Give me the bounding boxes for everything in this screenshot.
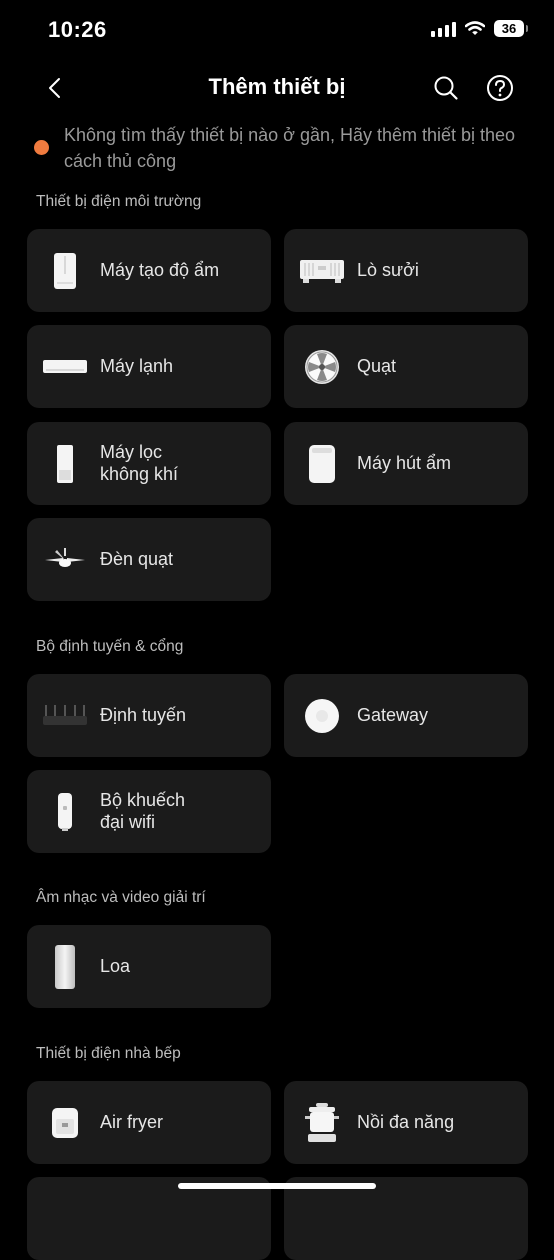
dehumidifier-icon [296,438,348,490]
device-tile-ceiling-fan-light[interactable]: Đèn quạt [27,518,271,601]
signal-icon [431,21,456,37]
device-tile-gateway[interactable]: Gateway [284,674,528,757]
device-tile-air-fryer[interactable]: Air fryer [27,1081,271,1164]
status-time: 10:26 [48,17,107,42]
status-bar: 10:26 36 [0,0,554,60]
device-label: Bộ khuếch đại wifi [100,790,186,832]
humidifier-icon [39,245,91,297]
device-tile-partial[interactable] [27,1177,271,1260]
device-label: Máy lạnh [100,356,174,376]
device-label: Air fryer [100,1112,163,1132]
notice-text: Không tìm thấy thiết bị nào ở gần, Hãy t… [64,125,516,171]
device-label: Máy hút ẩm [357,453,452,473]
header: Thêm thiết bị [0,62,554,114]
wifi-icon [465,21,485,35]
device-label: Lò sưởi [357,260,419,280]
device-tile-air-purifier[interactable]: Máy lọc không khí [27,422,271,505]
section-title-environment: Thiết bị điện môi trường [36,193,202,210]
device-tile-speaker[interactable]: Loa [27,925,271,1008]
device-label: Máy lọc không khí [100,442,179,484]
gateway-icon [296,690,348,742]
device-tile-dehumidifier[interactable]: Máy hút ẩm [284,422,528,505]
device-tile-partial[interactable] [284,1177,528,1260]
device-tile-router[interactable]: Định tuyến [27,674,271,757]
router-icon [39,690,91,742]
air-conditioner-icon [39,341,91,393]
section-title-router: Bộ định tuyến & cổng [36,638,184,655]
device-tile-heater[interactable]: Lò sưởi [284,229,528,312]
notice-dot [34,140,49,155]
home-indicator[interactable] [178,1183,376,1189]
device-label: Máy tạo độ ẩm [100,260,220,280]
wifi-extender-icon [39,786,91,838]
speaker-icon [39,941,91,993]
fan-icon [296,341,348,393]
battery-icon: 36 [494,20,528,37]
section-title-kitchen: Thiết bị điện nhà bếp [36,1045,181,1062]
question-icon [487,75,513,101]
air-fryer-icon [39,1097,91,1149]
search-icon [434,76,458,100]
help-button[interactable] [482,70,518,106]
device-label: Đèn quạt [100,549,174,569]
device-label: Quạt [357,356,397,376]
device-label: Loa [100,956,131,976]
search-button[interactable] [428,70,464,106]
device-tile-multicooker[interactable]: Nồi đa năng [284,1081,528,1164]
air-purifier-icon [39,438,91,490]
multicooker-icon [296,1097,348,1149]
device-tile-air-conditioner[interactable]: Máy lạnh [27,325,271,408]
device-label: Nồi đa năng [357,1112,455,1132]
device-tile-wifi-extender[interactable]: Bộ khuếch đại wifi [27,770,271,853]
device-tile-fan[interactable]: Quạt [284,325,528,408]
device-label: Gateway [357,705,429,725]
page-title: Thêm thiết bị [208,74,346,99]
device-tile-humidifier[interactable]: Máy tạo độ ẩm [27,229,271,312]
ceiling-fan-icon [39,534,91,586]
status-icons: 36 [431,20,528,37]
device-label: Định tuyến [100,705,187,725]
section-title-entertainment: Âm nhạc và video giải trí [36,889,206,906]
heater-icon [296,245,348,297]
